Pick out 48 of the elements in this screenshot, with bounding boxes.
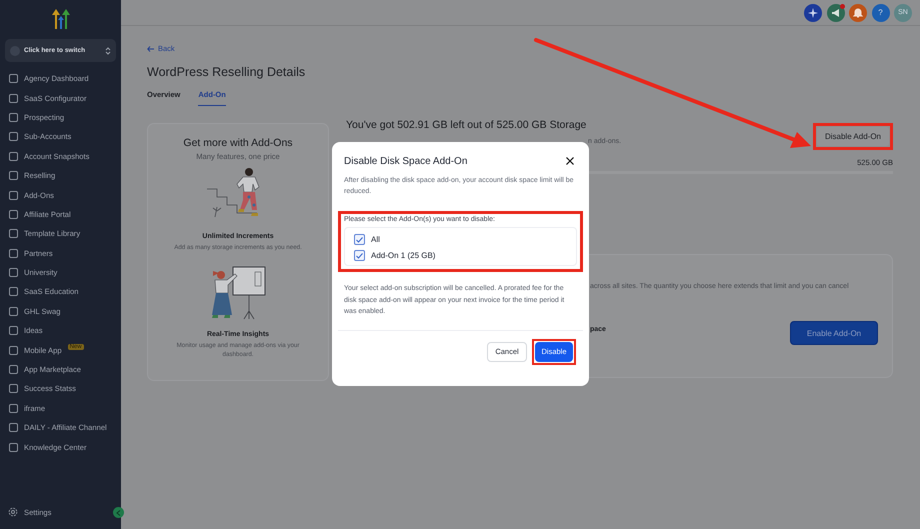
- square-icon: [9, 229, 18, 238]
- sparkle-button[interactable]: [804, 4, 822, 22]
- square-icon: [9, 190, 18, 200]
- disable-addon-button[interactable]: Disable Add-On: [816, 127, 889, 146]
- notification-dot: [840, 4, 844, 8]
- check-icon: [356, 252, 363, 258]
- square-icon: [9, 210, 18, 219]
- square-icon: [9, 306, 18, 316]
- announcement-button[interactable]: [826, 4, 844, 22]
- checkbox[interactable]: [354, 250, 365, 261]
- chevron-left-icon: [116, 510, 121, 516]
- option-checkbox[interactable]: Add-On 1 (25 GB): [354, 250, 567, 261]
- square-icon: [9, 365, 18, 374]
- square-icon: [9, 442, 18, 452]
- close-icon: [566, 157, 574, 165]
- option-checkbox[interactable]: All: [354, 234, 567, 245]
- promo-title: Get more with Add-Ons: [183, 137, 293, 149]
- notifications-button[interactable]: [849, 4, 867, 22]
- square-icon: [9, 346, 18, 355]
- close-button[interactable]: [564, 155, 576, 167]
- logo-icon: [50, 9, 72, 29]
- square-icon: [9, 152, 18, 161]
- square-icon: [9, 384, 18, 394]
- square-icon: [9, 171, 18, 180]
- help-button[interactable]: ?: [872, 4, 890, 22]
- bell-icon: [853, 8, 863, 18]
- square-icon: [9, 132, 18, 142]
- square-icon: [9, 423, 18, 432]
- square-icon: [9, 74, 18, 84]
- square-icon: [9, 268, 18, 278]
- square-icon: [9, 404, 18, 413]
- chevrons-icon: [105, 46, 111, 56]
- square-icon: [9, 248, 18, 258]
- sparkle-icon: [808, 8, 818, 18]
- checkbox[interactable]: [354, 234, 365, 245]
- check-icon: [356, 236, 363, 242]
- square-icon: [9, 112, 18, 122]
- storage-heading: You've got 502.91 GB left out of 525.00 GB Storage: [346, 119, 586, 131]
- square-icon: [9, 326, 18, 336]
- square-icon: [9, 94, 18, 103]
- dialog-title: Disable Disk Space Add-On: [344, 156, 468, 166]
- collapse-button[interactable]: [113, 507, 124, 518]
- megaphone-icon: [830, 8, 840, 18]
- page-title: WordPress Reselling Details: [147, 65, 306, 79]
- settings-icon: [8, 507, 18, 517]
- arrow-left-icon: [147, 46, 154, 52]
- enable-addon-button[interactable]: Enable Add-On: [790, 321, 878, 345]
- square-icon: [9, 287, 18, 296]
